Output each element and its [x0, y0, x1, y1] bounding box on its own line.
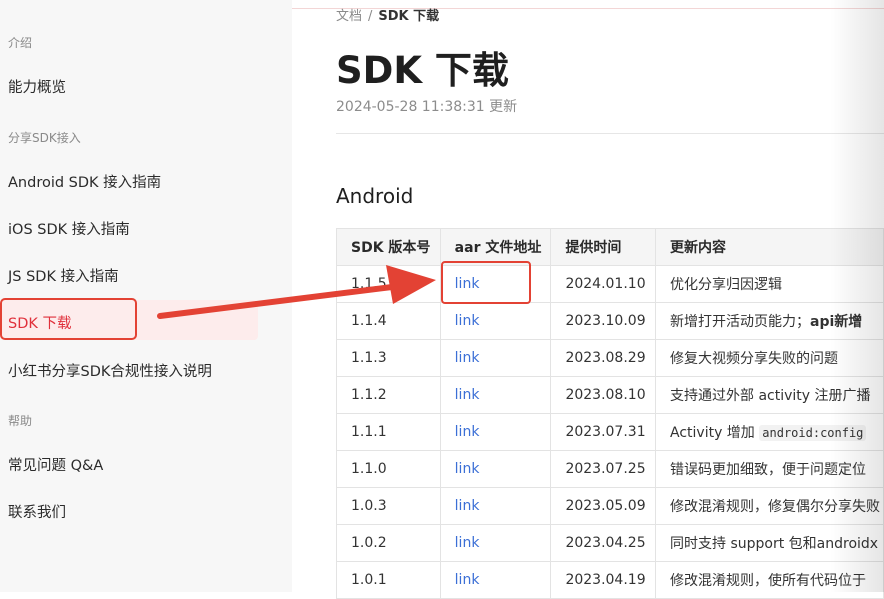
- annotation-arrow-icon: [157, 265, 436, 319]
